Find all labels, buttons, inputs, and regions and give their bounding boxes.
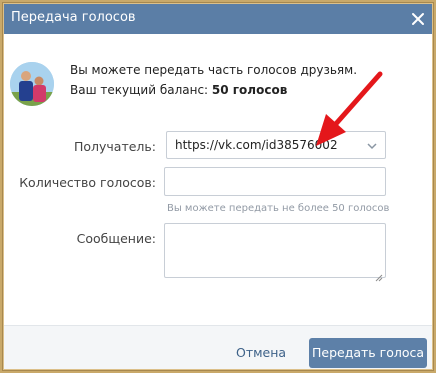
- balance-label: Ваш текущий баланс:: [70, 83, 212, 97]
- dialog-titlebar: Передача голосов: [4, 4, 432, 34]
- annotation-arrow: [316, 71, 383, 146]
- recipient-label: Получатель:: [73, 139, 156, 154]
- vote-transfer-dialog: Передача голосов Вы можете передать част…: [4, 4, 432, 369]
- resize-grip-icon[interactable]: [375, 267, 383, 282]
- transfer-votes-button[interactable]: Передать голоса: [309, 338, 427, 368]
- message-textarea[interactable]: [164, 223, 386, 282]
- balance-value: 50 голосов: [211, 83, 288, 97]
- avatar: [10, 62, 54, 106]
- message-label: Сообщение:: [76, 231, 156, 246]
- dialog-title: Передача голосов: [11, 10, 136, 25]
- dialog-footer: Отмена Передать голоса: [4, 325, 432, 369]
- vote-count-hint: Вы можете передать не более 50 голосов: [167, 203, 390, 214]
- close-icon[interactable]: [406, 7, 430, 31]
- vote-count-label: Количество голосов:: [19, 175, 156, 190]
- cancel-button[interactable]: Отмена: [236, 345, 286, 360]
- balance-text: Ваш текущий баланс: 50 голосов: [70, 83, 287, 97]
- vote-count-input[interactable]: [164, 167, 386, 196]
